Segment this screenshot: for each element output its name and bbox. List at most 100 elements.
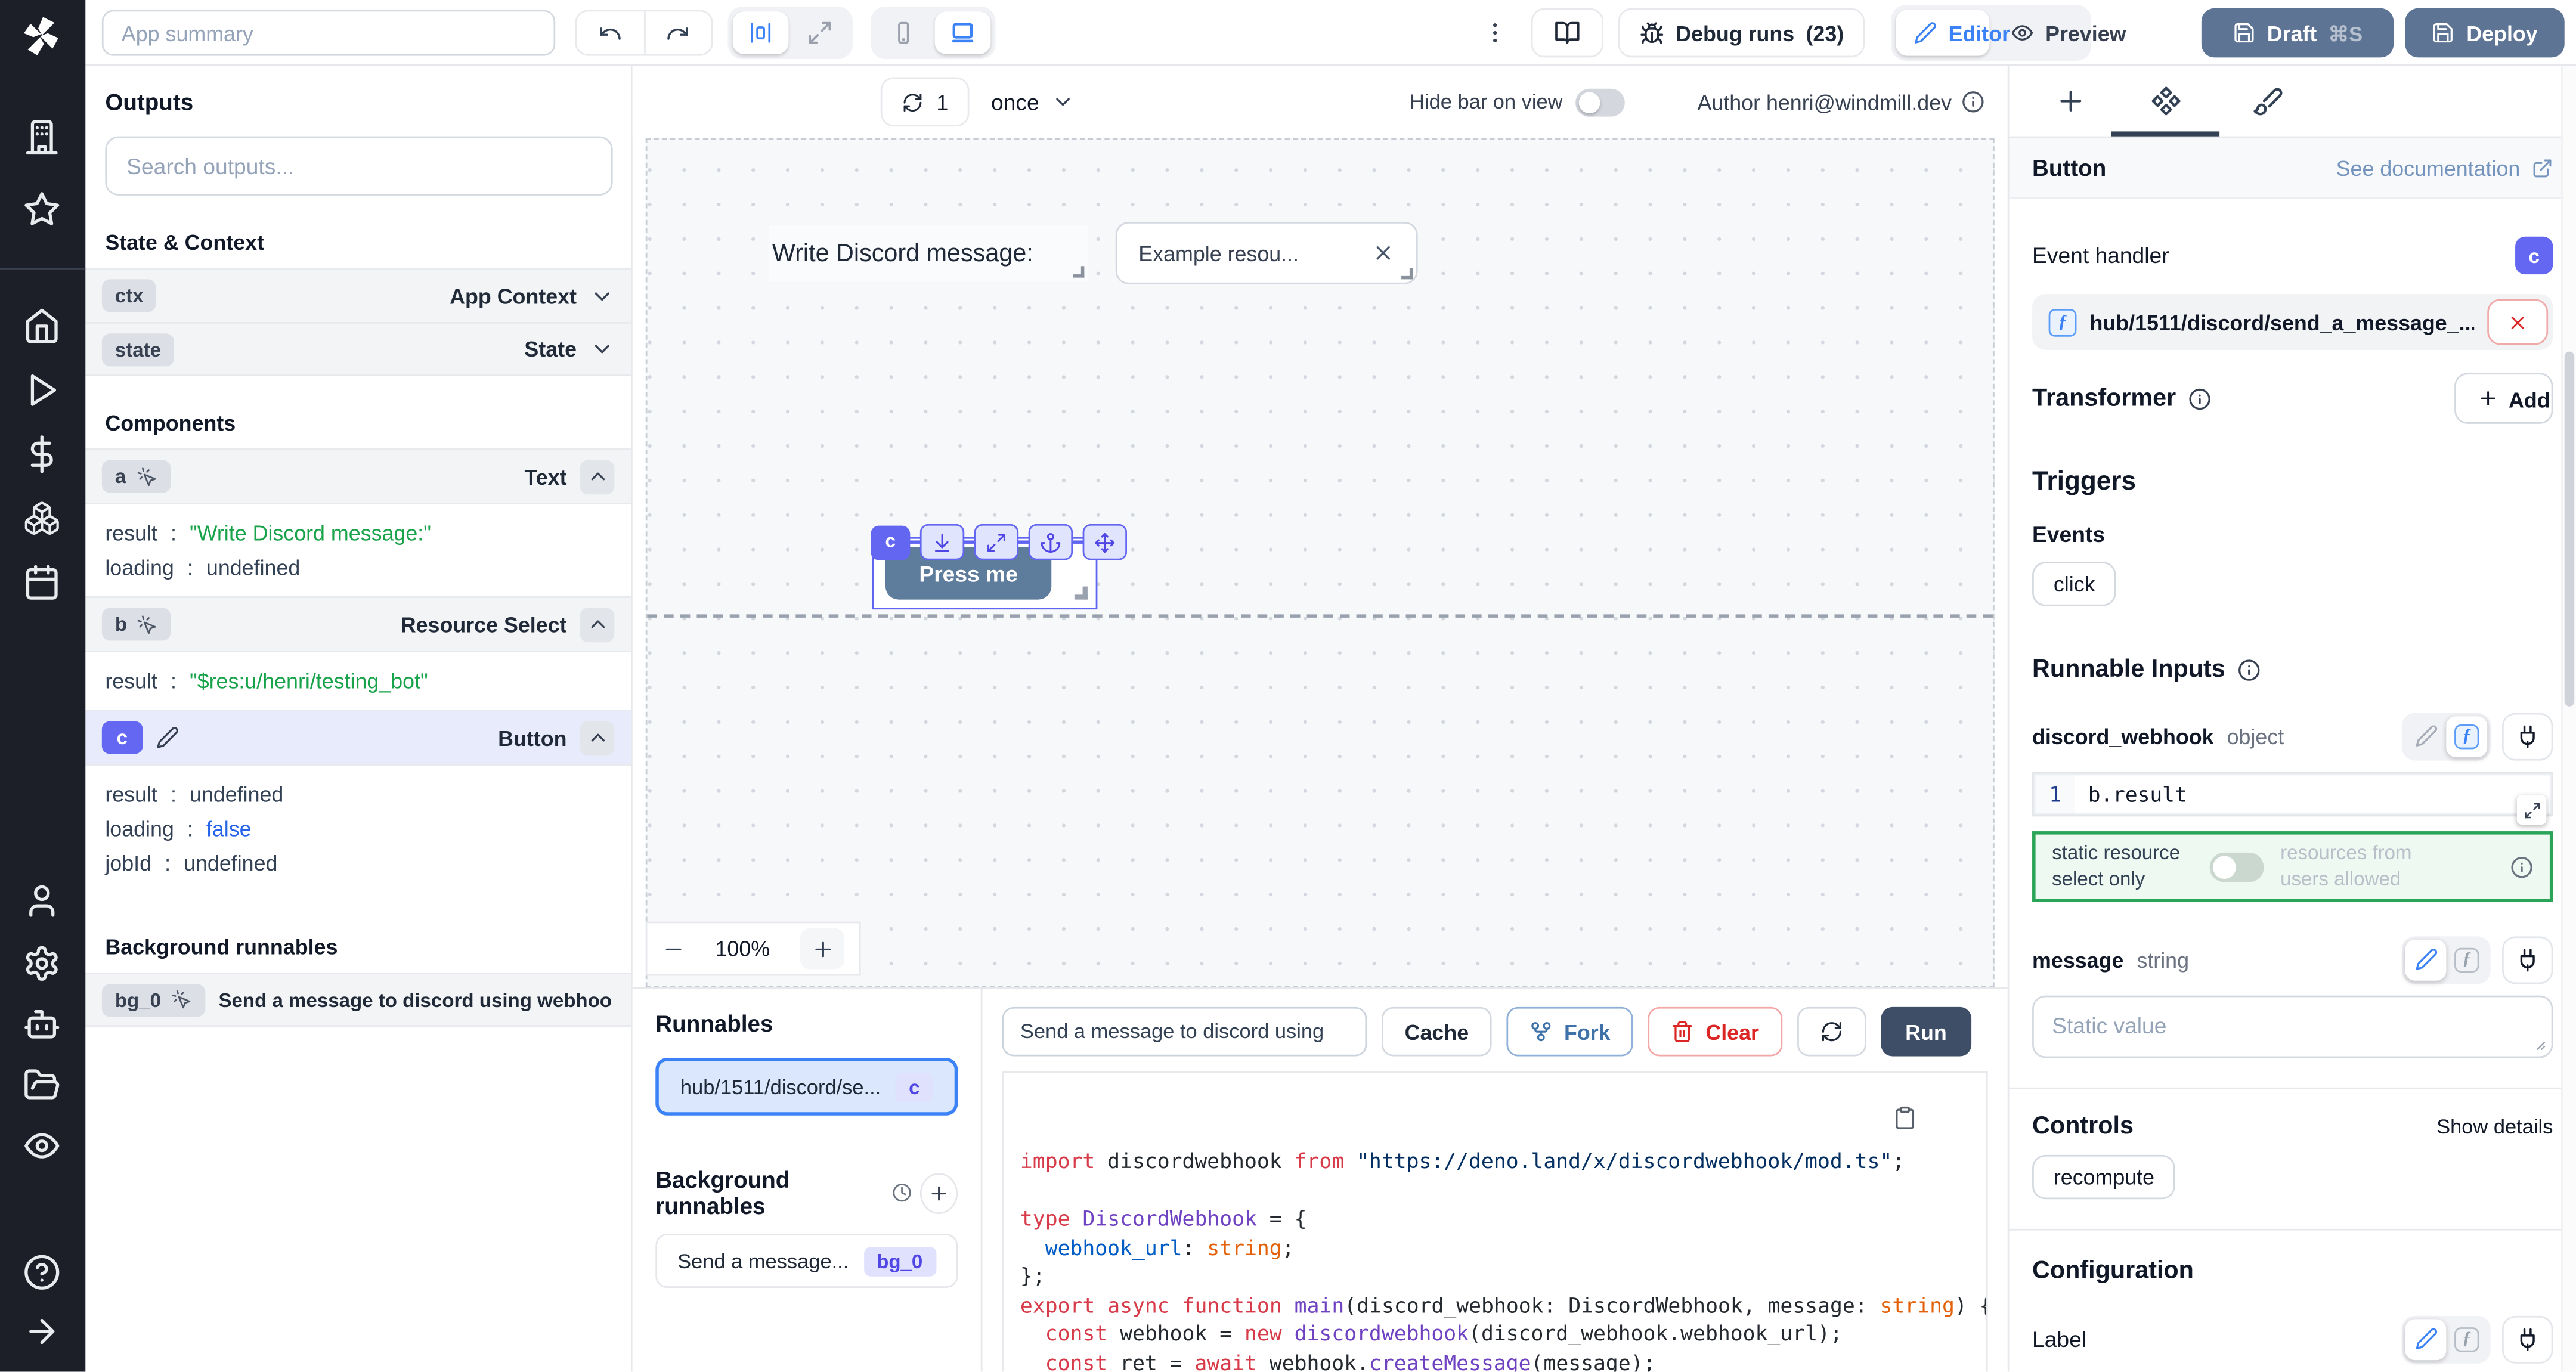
- fullscreen-layout-button[interactable]: [792, 11, 848, 54]
- mobile-view-button[interactable]: [875, 11, 931, 54]
- code-line: const ret = await webhook.createMessage(…: [1020, 1348, 1986, 1372]
- debug-runs-button[interactable]: Debug runs (23): [1618, 8, 1865, 58]
- code-editor[interactable]: import discordwebhook from "https://deno…: [1002, 1071, 1988, 1371]
- collapse-button[interactable]: [580, 720, 615, 755]
- fullsize-button[interactable]: [974, 524, 1018, 560]
- resize-handle[interactable]: [1401, 268, 1413, 279]
- clear-button[interactable]: Clear: [1648, 1007, 1782, 1057]
- tab-editor[interactable]: Editor: [1896, 10, 1989, 56]
- center-layout-button[interactable]: [733, 11, 789, 54]
- eval-mode-button[interactable]: ƒ: [2446, 939, 2487, 980]
- tab-settings-icon[interactable]: [2150, 85, 2181, 116]
- component-row-a[interactable]: a Text: [85, 448, 631, 503]
- schedules-icon[interactable]: [23, 563, 61, 601]
- event-handler-runnable[interactable]: ƒ hub/1511/discord/send_a_message_...: [2032, 294, 2553, 350]
- inspector-scrollbar[interactable]: [2561, 66, 2576, 1371]
- app-summary-input[interactable]: [102, 10, 555, 56]
- connect-button[interactable]: [2502, 1315, 2553, 1363]
- home-icon[interactable]: [23, 307, 61, 345]
- text-component[interactable]: Write Discord message:: [769, 225, 1087, 281]
- add-background-runnable-button[interactable]: [920, 1172, 958, 1213]
- collapse-button[interactable]: [580, 607, 615, 642]
- component-row-c[interactable]: c Button: [85, 710, 631, 764]
- tab-preview[interactable]: Preview: [1993, 10, 2086, 56]
- fork-button[interactable]: Fork: [1507, 1007, 1634, 1057]
- collapse-sidebar-icon[interactable]: [23, 1312, 61, 1350]
- audit-icon[interactable]: [23, 1127, 61, 1165]
- draft-button[interactable]: Draft ⌘S: [2202, 8, 2394, 58]
- settings-icon[interactable]: [23, 944, 61, 982]
- runnable-item-selected[interactable]: hub/1511/discord/se... c: [655, 1058, 958, 1115]
- arrow-down-to-line-icon: [931, 531, 953, 553]
- show-details-link[interactable]: Show details: [2436, 1115, 2553, 1138]
- remove-runnable-button[interactable]: [2487, 299, 2548, 345]
- info-icon[interactable]: [2188, 387, 2211, 410]
- info-icon[interactable]: [2510, 855, 2534, 878]
- variables-icon[interactable]: [23, 435, 61, 473]
- resize-handle[interactable]: [1075, 587, 1088, 600]
- workers-icon[interactable]: [23, 1005, 61, 1043]
- expand-editor-button[interactable]: [2517, 795, 2547, 825]
- docs-button[interactable]: [1531, 8, 1603, 58]
- move-button[interactable]: [1083, 524, 1127, 560]
- chevron-down-icon[interactable]: [590, 283, 614, 308]
- tab-insert-icon[interactable]: [2055, 85, 2086, 116]
- windmill-logo-icon[interactable]: [18, 13, 64, 59]
- chevron-down-icon[interactable]: [590, 337, 614, 361]
- eval-mode-button[interactable]: ƒ: [2446, 716, 2487, 757]
- anchor-button[interactable]: [1029, 524, 1073, 560]
- resize-handle[interactable]: [1073, 266, 1084, 277]
- copy-code-icon[interactable]: [1893, 1105, 1917, 1130]
- collapse-button[interactable]: [580, 459, 615, 494]
- refresh-count-button[interactable]: 1: [881, 77, 970, 126]
- connect-button[interactable]: [2502, 712, 2553, 760]
- static-mode-button[interactable]: [2405, 939, 2446, 980]
- reload-button[interactable]: [1797, 1007, 1866, 1057]
- zoom-out-icon[interactable]: [662, 937, 685, 961]
- help-icon[interactable]: [23, 1253, 61, 1291]
- info-icon[interactable]: [2237, 658, 2260, 681]
- message-static-input[interactable]: Static value: [2032, 996, 2553, 1058]
- run-button[interactable]: Run: [1881, 1007, 1971, 1057]
- schedule-select[interactable]: once: [991, 89, 1074, 114]
- resources-icon[interactable]: [23, 500, 61, 537]
- workspace-icon[interactable]: [23, 118, 61, 156]
- tab-styling-icon[interactable]: [2252, 85, 2283, 116]
- cache-button[interactable]: Cache: [1382, 1007, 1492, 1057]
- hide-bar-toggle[interactable]: [1576, 88, 1626, 116]
- desktop-view-button[interactable]: [935, 11, 991, 54]
- expand-down-button[interactable]: [920, 524, 964, 560]
- expression-editor[interactable]: 1 b.result: [2032, 772, 2553, 816]
- resize-handle[interactable]: [2530, 1035, 2547, 1052]
- undo-button[interactable]: [577, 11, 643, 54]
- static-mode-button[interactable]: [2405, 716, 2446, 757]
- component-row-b[interactable]: b Resource Select: [85, 596, 631, 651]
- output-row-state[interactable]: state State: [85, 322, 631, 376]
- search-outputs-input[interactable]: [105, 137, 612, 196]
- eval-mode-button[interactable]: ƒ: [2446, 1318, 2487, 1359]
- zoom-in-button[interactable]: [800, 928, 844, 970]
- script-name-input[interactable]: [1002, 1007, 1367, 1057]
- output-row-ctx[interactable]: ctx App Context: [85, 268, 631, 322]
- users-icon[interactable]: [23, 882, 61, 919]
- static-resource-toggle[interactable]: [2210, 852, 2264, 882]
- clear-selection-icon[interactable]: [1372, 241, 1395, 265]
- connect-button[interactable]: [2502, 936, 2553, 984]
- redo-button[interactable]: [643, 11, 711, 54]
- runs-icon[interactable]: [23, 371, 61, 409]
- static-mode-button[interactable]: [2405, 1318, 2446, 1359]
- info-icon[interactable]: [1962, 91, 1985, 114]
- scrollbar-thumb[interactable]: [2565, 352, 2575, 707]
- more-menu-icon[interactable]: [1482, 18, 1508, 48]
- recompute-chip[interactable]: recompute: [2032, 1155, 2176, 1199]
- deploy-button[interactable]: Deploy: [2405, 8, 2564, 58]
- add-transformer-button[interactable]: Add: [2454, 373, 2553, 423]
- trans former-title: Transformer: [2032, 385, 2176, 413]
- background-runnable-row[interactable]: bg_0 Send a message to discord using web…: [85, 973, 631, 1027]
- background-runnable-item[interactable]: Send a message... bg_0: [655, 1234, 958, 1288]
- see-documentation-link[interactable]: See documentation: [2336, 155, 2553, 179]
- folders-icon[interactable]: [23, 1066, 61, 1104]
- favorites-icon[interactable]: [23, 191, 61, 228]
- app-canvas[interactable]: Write Discord message: Example resou... …: [646, 138, 1995, 987]
- resource-select-component[interactable]: Example resou...: [1116, 222, 1418, 284]
